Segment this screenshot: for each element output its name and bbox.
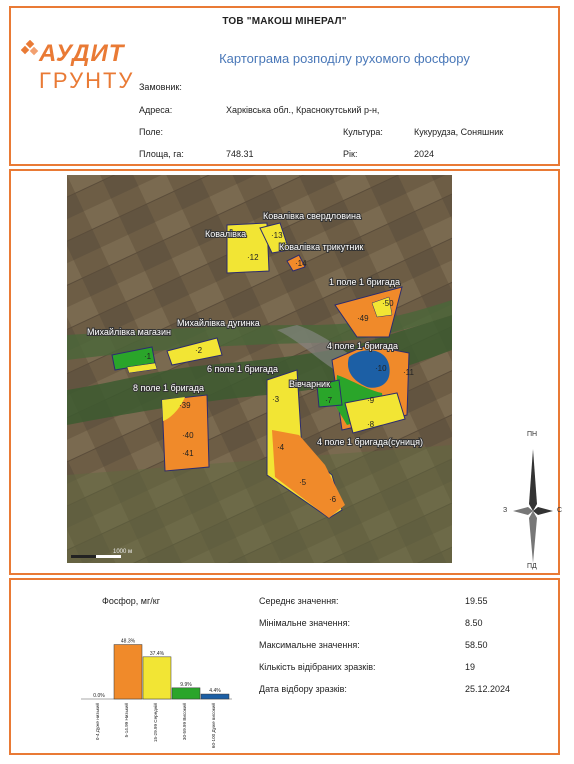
stat-value-date: 25.12.2024 [465, 684, 511, 694]
stat-label-mean: Середнє значення: [259, 596, 339, 606]
chart-value-label-0: 0.0% [93, 693, 105, 699]
area-value: 748.31 [226, 149, 254, 159]
chart-title: Фосфор, мг/кг [102, 596, 160, 606]
label-8-pole-1-bryhada: 8 поле 1 бригада [133, 383, 204, 393]
logo-text-bottom: ГРУНТУ [39, 68, 135, 93]
sample-point-50[interactable]: ·50 [382, 299, 394, 308]
sample-point-39[interactable]: ·39 [179, 401, 191, 410]
sample-point-14[interactable]: ·14 [295, 259, 307, 268]
chart-bar-4 [200, 693, 230, 700]
sample-point-40[interactable]: ·40 [182, 431, 194, 440]
sample-point-1[interactable]: ·1 [144, 352, 152, 361]
stat-value-mean: 19.55 [465, 596, 488, 606]
company-logo: АУДИТ ГРУНТУ [19, 36, 139, 98]
compass-west: З [503, 507, 508, 514]
compass-south: ПД [527, 563, 537, 570]
sample-point-6[interactable]: ·6 [329, 495, 337, 504]
stat-value-count: 19 [465, 662, 476, 672]
stat-value-max: 58.50 [465, 640, 488, 650]
label-4-pole-1-bryhada: 4 поле 1 бригада [327, 341, 398, 351]
logo-mark-icon [21, 40, 39, 56]
label-6-pole-1-bryhada: 6 поле 1 бригада [207, 364, 278, 374]
culture-value: Кукурудза, Соняшник [414, 127, 504, 137]
sample-point-4[interactable]: ·4 [277, 443, 285, 452]
address-value: Харківська обл., Краснокутський р-н, [226, 105, 380, 115]
sample-point-8[interactable]: ·8 [367, 420, 375, 429]
sample-point-10[interactable]: ·10 [375, 364, 387, 373]
sample-point-13[interactable]: ·13 [271, 231, 283, 240]
stat-label-count: Кількість відібраних зразків: [259, 662, 376, 672]
stat-label-max: Максимальне значення: [259, 640, 360, 650]
chart-svg: 0.0% 0-4 Дуже низький 48.3% 5-14.99 Низький… [81, 639, 232, 749]
chart-category-label-1: 5-14.99 Низький [123, 703, 129, 738]
label-vivcharnyk: Вівчарник [289, 379, 330, 389]
sample-point-12[interactable]: ·12 [247, 253, 259, 262]
label-mykhailivka-duhynka: Михайлівка дугинка [177, 318, 260, 328]
chart-value-label-3: 9.9% [180, 682, 192, 688]
chart-value-label-4: 4.4% [209, 688, 221, 694]
label-1-pole-1-bryhada: 1 поле 1 бригада [329, 277, 400, 287]
field-map[interactable]: Ковалівка Ковалівка свердловина Ковалівк… [67, 175, 452, 563]
compass-rose: ПН ПД З С [503, 431, 563, 571]
map-panel: Ковалівка Ковалівка свердловина Ковалівк… [9, 169, 563, 575]
chart-bar-2 [142, 656, 172, 700]
chart-category-label-3: 30-59.99 Високий [181, 703, 187, 741]
area-label: Площа, га: [139, 149, 184, 159]
customer-label: Замовник: [139, 82, 182, 92]
sample-point-11[interactable]: ·11 [403, 368, 415, 377]
sample-point-41[interactable]: ·41 [182, 449, 194, 458]
stat-label-date: Дата відбору зразків: [259, 684, 347, 694]
year-value: 2024 [414, 149, 435, 159]
stats-panel: Фосфор, мг/кг 0.0% 0-4 Дуже низький 48.3% 5… [9, 578, 560, 755]
label-mykhailivka-mahazyn: Михайлівка магазин [87, 327, 171, 337]
organization-name: ТОВ "МАКОШ МІНЕРАЛ" [222, 16, 347, 27]
sample-point-49[interactable]: ·49 [357, 314, 369, 323]
sample-point-9[interactable]: ·9 [367, 396, 375, 405]
logo-text-top: АУДИТ [39, 40, 125, 67]
label-kovalivka: Ковалівка [205, 229, 246, 239]
label-kovalivka-sverdlovyna: Ковалівка свердловина [263, 211, 361, 221]
year-label: Рік: [343, 149, 358, 159]
chart-category-label-2: 15-29.99 Середній [152, 703, 158, 743]
chart-category-label-0: 0-4 Дуже низький [94, 703, 100, 741]
sample-point-5[interactable]: ·5 [299, 478, 307, 487]
label-4-pole-sunytsia: 4 поле 1 бригада(суниця) [317, 437, 423, 447]
chart-category-label-4: 60-100 Дуже високий [210, 703, 216, 749]
chart-bar-1 [113, 644, 143, 700]
map-title: Картограма розподілу рухомого фосфору [219, 51, 470, 66]
compass-north: ПН [527, 431, 538, 438]
map-svg: Ковалівка Ковалівка свердловина Ковалівк… [67, 175, 452, 563]
label-kovalivka-trykutnyk: Ковалівка трикутник [279, 242, 363, 252]
compass-east: С [557, 507, 563, 514]
sample-point-7[interactable]: ·7 [325, 396, 333, 405]
compass-icon [513, 449, 553, 563]
field-label: Поле: [139, 127, 164, 137]
address-label: Адреса: [139, 105, 173, 115]
stat-label-min: Мінімальне значення: [259, 618, 350, 628]
sample-point-2[interactable]: ·2 [195, 346, 203, 355]
chart-bar-3 [171, 687, 201, 700]
chart-value-label-1: 48.3% [121, 639, 136, 645]
header-panel: ТОВ "МАКОШ МІНЕРАЛ" АУДИТ ГРУНТУ Картогр… [9, 6, 560, 166]
culture-label: Культура: [343, 127, 383, 137]
stat-value-min: 8.50 [465, 618, 483, 628]
scale-label: 1000 м [113, 549, 132, 555]
chart-value-label-2: 37.4% [150, 651, 165, 657]
phosphorus-chart: 0.0% 0-4 Дуже низький 48.3% 5-14.99 Низький… [41, 606, 241, 752]
sample-point-3[interactable]: ·3 [272, 395, 280, 404]
